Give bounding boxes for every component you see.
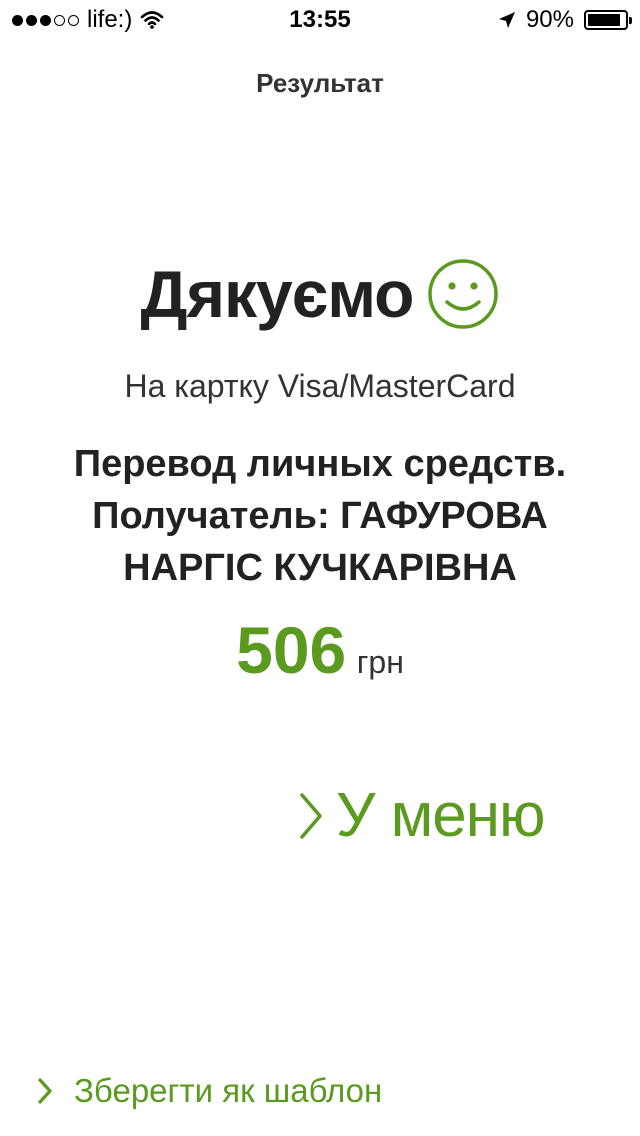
battery-fill xyxy=(588,14,621,26)
save-template-button[interactable]: Зберегти як шаблон xyxy=(38,1072,382,1110)
page-title: Результат xyxy=(256,68,384,98)
amount-value: 506 xyxy=(236,613,347,687)
battery-icon xyxy=(584,10,632,30)
amount-currency: грн xyxy=(356,644,404,680)
amount-row: 506 грн xyxy=(0,612,640,688)
status-right: 90% xyxy=(498,6,632,34)
status-bar: life:) 13:55 90% xyxy=(0,0,640,40)
smiley-icon xyxy=(428,259,499,329)
description-line: Перевод личных средств. xyxy=(73,443,567,485)
menu-button-label: У меню xyxy=(336,781,545,850)
chevron-right-icon xyxy=(300,792,322,839)
thanks-row: Дякуємо xyxy=(0,256,640,332)
description-line: Получатель: ГАФУРОВА xyxy=(92,495,548,537)
card-type-label: На картку Visa/MasterCard xyxy=(124,368,516,404)
location-arrow-icon xyxy=(498,12,515,28)
thanks-heading: Дякуємо xyxy=(140,257,415,331)
description-line: НАРГІС КУЧКАРІВНА xyxy=(123,547,517,589)
save-template-label: Зберегти як шаблон xyxy=(74,1072,383,1109)
menu-button[interactable]: У меню xyxy=(298,780,545,851)
battery-cap xyxy=(629,17,632,24)
transfer-description: Перевод личных средств. Получатель: ГАФУ… xyxy=(30,438,610,594)
battery-percent: 90% xyxy=(525,6,574,33)
chevron-right-icon xyxy=(38,1078,52,1104)
